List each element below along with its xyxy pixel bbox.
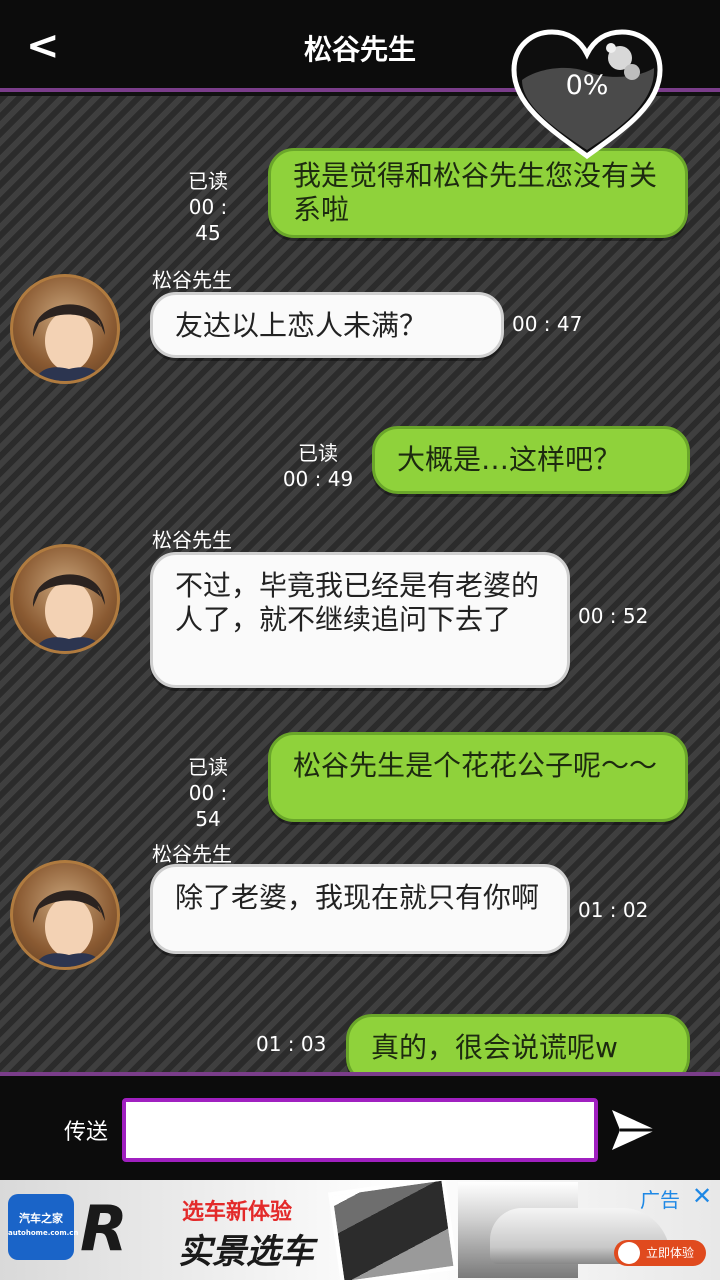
message-text: 除了老婆，我现在就只有你啊 bbox=[175, 881, 540, 914]
ad-logo: 汽车之家 autohome.com.cn bbox=[8, 1194, 78, 1260]
sender-name: 松谷先生 bbox=[152, 842, 232, 866]
sender-name: 松谷先生 bbox=[152, 528, 232, 552]
message-time: 00 : 52 bbox=[578, 604, 649, 628]
ad-cta-toggle-icon bbox=[618, 1242, 640, 1264]
message-text: 松谷先生是个花花公子呢～～ bbox=[293, 749, 658, 782]
message-text: 我是觉得和松谷先生您没有关系啦 bbox=[293, 159, 658, 226]
read-receipt: 已读 00 : 54 bbox=[188, 755, 228, 831]
message-time: 00 : 47 bbox=[512, 312, 583, 336]
ad-title: 实景选车 bbox=[178, 1232, 314, 1272]
send-label: 传送 bbox=[64, 1120, 109, 1145]
message-text: 大概是…这样吧？ bbox=[397, 443, 622, 476]
message-bubble-incoming[interactable]: 不过，毕竟我已经是有老婆的人了，就不继续追问下去了 bbox=[150, 552, 570, 688]
message-bubble-incoming[interactable]: 除了老婆，我现在就只有你啊 bbox=[150, 864, 570, 954]
avatar-portrait bbox=[32, 890, 105, 967]
sender-name: 松谷先生 bbox=[152, 268, 232, 292]
message-bubble-outgoing[interactable]: 真的，很会说谎呢w bbox=[346, 1014, 690, 1072]
message-bubble-outgoing[interactable]: 松谷先生是个花花公子呢～～ bbox=[268, 732, 688, 822]
message-time: 01 : 02 bbox=[578, 898, 649, 922]
message-time: 01 : 03 bbox=[256, 1032, 327, 1056]
send-arrow-icon bbox=[612, 1110, 656, 1150]
message-bubble-incoming[interactable]: 友达以上恋人未满？ bbox=[150, 292, 504, 358]
ad-brand-mark: R bbox=[80, 1192, 128, 1265]
message-input-bar: 传送 bbox=[0, 1072, 720, 1180]
send-button[interactable] bbox=[608, 1106, 660, 1154]
message-bubble-outgoing[interactable]: 大概是…这样吧？ bbox=[372, 426, 690, 494]
ad-car-interior-photo bbox=[328, 1180, 458, 1280]
chat-area[interactable]: 已读 00 : 45 我是觉得和松谷先生您没有关系啦 松谷先生 友达以上恋人未满… bbox=[0, 96, 720, 1072]
read-receipt: 已读 00 : 45 bbox=[188, 169, 228, 245]
affection-percent: 0% bbox=[565, 70, 609, 101]
avatar[interactable] bbox=[10, 860, 120, 970]
message-text: 真的，很会说谎呢w bbox=[371, 1031, 618, 1064]
ad-tag: 广告 bbox=[640, 1188, 680, 1212]
avatar[interactable] bbox=[10, 274, 120, 384]
avatar-portrait bbox=[32, 574, 105, 651]
affection-heart-meter: 0% bbox=[508, 28, 666, 164]
avatar[interactable] bbox=[10, 544, 120, 654]
message-input[interactable] bbox=[122, 1098, 598, 1162]
ad-banner[interactable]: 汽车之家 autohome.com.cn R 选车新体验 实景选车 立即体验 广… bbox=[0, 1180, 720, 1280]
message-text: 友达以上恋人未满？ bbox=[175, 309, 428, 342]
ad-headline: 选车新体验 bbox=[182, 1200, 293, 1225]
message-text: 不过，毕竟我已经是有老婆的人了，就不继续追问下去了 bbox=[175, 569, 540, 636]
read-receipt: 已读 00 : 49 bbox=[282, 441, 354, 491]
ad-close-icon[interactable]: ✕ bbox=[692, 1182, 712, 1210]
avatar-portrait bbox=[32, 304, 105, 381]
